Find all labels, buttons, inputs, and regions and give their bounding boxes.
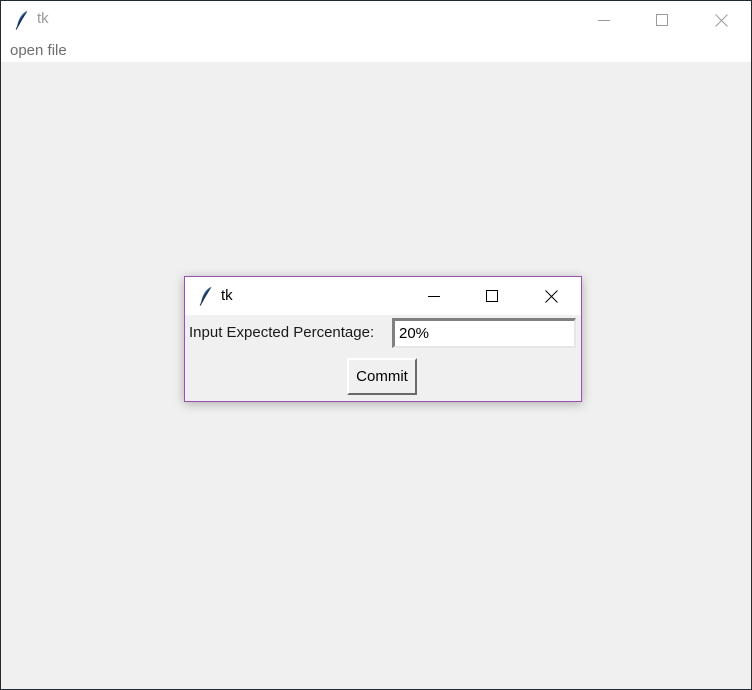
tk-feather-icon — [199, 286, 212, 306]
expected-percentage-input[interactable] — [392, 318, 576, 348]
dialog-minimize-button[interactable] — [405, 277, 463, 315]
dialog-title: tk — [221, 287, 233, 304]
close-icon — [544, 289, 558, 303]
close-button[interactable] — [698, 1, 744, 39]
menu-open-file[interactable]: open file — [10, 42, 67, 59]
percentage-dialog: tk Input Expected Percentage: Commit — [184, 276, 582, 402]
commit-button[interactable]: Commit — [347, 358, 417, 395]
maximize-icon — [656, 14, 668, 26]
window-title: tk — [37, 10, 49, 27]
close-icon — [714, 13, 728, 27]
menubar: open file — [1, 39, 751, 62]
minimize-icon — [598, 20, 610, 21]
expected-percentage-label: Input Expected Percentage: — [189, 324, 375, 341]
tk-feather-icon — [15, 10, 28, 30]
maximize-icon — [486, 290, 498, 302]
minimize-icon — [428, 296, 440, 297]
maximize-button[interactable] — [639, 1, 685, 39]
dialog-maximize-button[interactable] — [463, 277, 521, 315]
dialog-titlebar[interactable]: tk — [185, 277, 581, 315]
main-titlebar[interactable]: tk — [1, 1, 751, 39]
dialog-close-button[interactable] — [522, 277, 580, 315]
minimize-button[interactable] — [581, 1, 627, 39]
